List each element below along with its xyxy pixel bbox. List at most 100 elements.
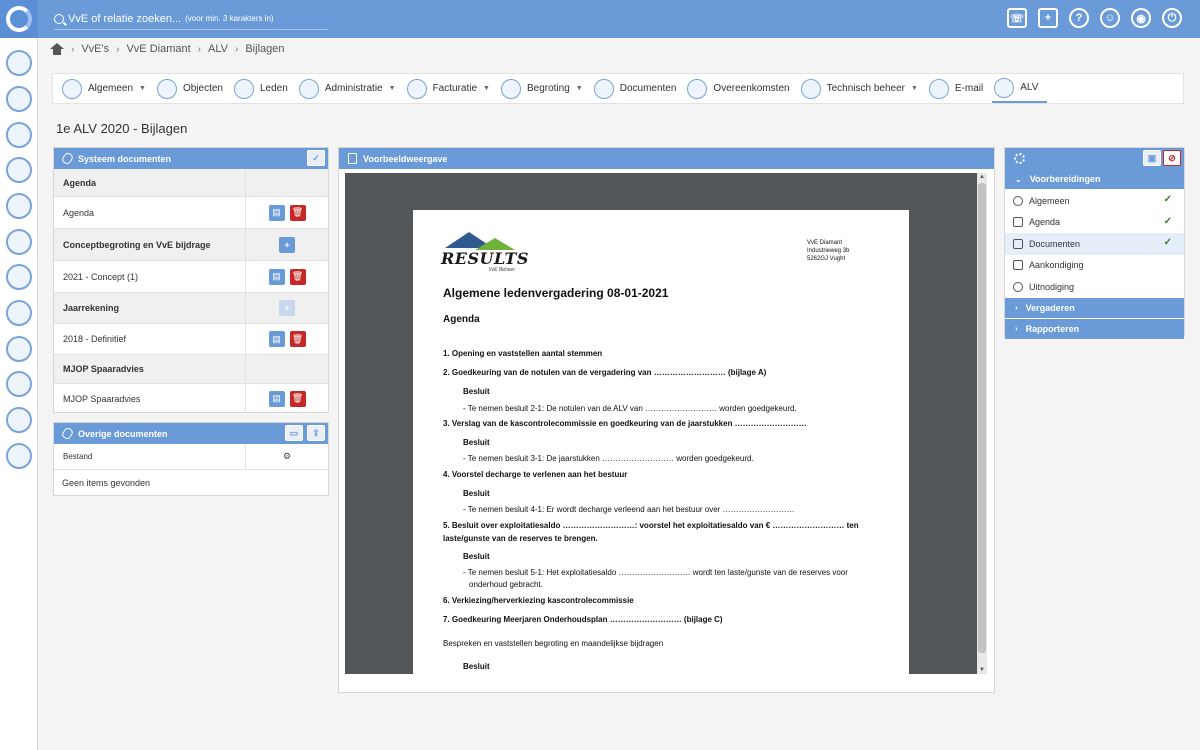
phone-icon[interactable]: ☏: [1007, 8, 1027, 28]
tab-administratie[interactable]: Administratie ▼: [297, 74, 405, 103]
settings-icon[interactable]: ⚙: [283, 451, 291, 462]
view-pdf-button[interactable]: ▤: [268, 204, 285, 221]
document-row: 2021 - Concept (1) ▤ 🗑: [54, 261, 328, 293]
preview-header: Voorbeeldweergave: [339, 148, 994, 169]
section-rapporteren[interactable]: › Rapporteren: [1005, 318, 1184, 340]
step-aankondiging[interactable]: Aankondiging: [1005, 255, 1184, 277]
doc-line: - Te nemen besluit 3-1: De jaarstukken ……: [463, 454, 754, 463]
tab-technisch-beheer[interactable]: Technisch beheer ▼: [799, 74, 927, 103]
budget-icon: [500, 78, 521, 99]
tab-leden[interactable]: Leden: [232, 74, 297, 103]
delete-button[interactable]: 🗑: [289, 268, 306, 285]
tab-label: Algemeen: [88, 83, 134, 94]
upload-button[interactable]: ⇪: [307, 425, 325, 441]
info-icon: [62, 78, 82, 99]
app-logo[interactable]: [0, 0, 38, 38]
dashboard-icon[interactable]: [6, 50, 32, 76]
group-row: Jaarrekening +: [54, 293, 328, 324]
group-icon[interactable]: [6, 229, 32, 255]
doc-line: - Te nemen besluit 5-1: Het exploitaties…: [463, 568, 848, 577]
mail-icon[interactable]: [6, 300, 32, 326]
top-bar: VvE of relatie zoeken... (voor min. 3 ka…: [38, 0, 1200, 38]
delete-button[interactable]: 🗑: [289, 331, 306, 347]
breadcrumb: › VvE's › VvE Diamant › ALV › Bijlagen: [50, 42, 284, 56]
scroll-down-icon[interactable]: ▼: [979, 667, 985, 673]
other-documents-header: Overige documenten ▭ ⇪: [54, 423, 328, 444]
breadcrumb-item-vve[interactable]: VvE Diamant: [126, 43, 190, 55]
viewer-scrollbar[interactable]: ▲ ▼: [977, 173, 987, 674]
group-label: MJOP Spaaradvies: [54, 355, 246, 383]
address-line: VvE Diamant: [807, 240, 843, 246]
confirm-button[interactable]: ✓: [307, 150, 325, 166]
view-pdf-button[interactable]: ▤: [268, 268, 285, 285]
breadcrumb-item-alv[interactable]: ALV: [208, 43, 228, 55]
pdf-viewer[interactable]: RESULTS VvE Beheer VvE Diamant Industrie…: [345, 173, 987, 674]
tab-overeenkomsten[interactable]: Overeenkomsten: [685, 74, 798, 103]
step-algemeen[interactable]: Algemeen ✓: [1005, 190, 1184, 212]
doc-line: Bespreken en vaststellen begroting en ma…: [443, 639, 664, 648]
workflow-header: ▣ ⊘: [1005, 148, 1184, 169]
logout-icon[interactable]: ⏻: [1162, 8, 1182, 28]
breadcrumb-item-vves[interactable]: VvE's: [81, 43, 109, 55]
open-folder-button[interactable]: ▭: [285, 425, 303, 441]
network-icon[interactable]: [6, 264, 32, 290]
breadcrumb-item-current: Bijlagen: [245, 43, 285, 55]
step-documenten[interactable]: Documenten ✓: [1005, 233, 1184, 255]
section-voorbereidingen[interactable]: ⌄ Voorbereidingen: [1005, 169, 1184, 190]
calculator-icon[interactable]: [6, 157, 32, 183]
document-label: 2021 - Concept (1): [54, 261, 246, 292]
clipboard-icon[interactable]: [6, 407, 32, 433]
search-icon: [54, 13, 64, 24]
person-icon[interactable]: [6, 86, 32, 112]
chevron-down-icon: ▼: [483, 85, 490, 92]
step-agenda[interactable]: Agenda ✓: [1005, 212, 1184, 234]
doc-line: - Te nemen besluit 2-1: De notulen van d…: [463, 404, 797, 413]
notes-icon[interactable]: +: [1038, 8, 1058, 28]
step-uitnodiging[interactable]: Uitnodiging: [1005, 276, 1184, 298]
tab-email[interactable]: E-mail: [927, 74, 992, 103]
tab-algemeen[interactable]: Algemeen ▼: [60, 74, 155, 103]
tab-objecten[interactable]: Objecten: [155, 74, 232, 103]
search-input[interactable]: VvE of relatie zoeken... (voor min. 3 ka…: [54, 8, 328, 30]
add-button-disabled: +: [279, 300, 295, 316]
pdf-icon: [348, 153, 357, 164]
scrollbar-thumb[interactable]: [978, 183, 986, 653]
home-icon[interactable]: [50, 43, 64, 55]
support-icon[interactable]: ☺: [1100, 8, 1120, 28]
tab-alv[interactable]: ALV: [992, 74, 1048, 103]
delete-button[interactable]: 🗑: [289, 204, 306, 221]
doc-line: laste/gunste van de reserves te brengen.: [443, 534, 598, 543]
delete-button[interactable]: 🗑: [289, 390, 306, 407]
list-icon[interactable]: [6, 122, 32, 148]
tools-icon[interactable]: [6, 193, 32, 219]
info-icon: [1013, 195, 1023, 206]
scroll-up-icon[interactable]: ▲: [979, 174, 985, 180]
logo-sub: VvE Beheer: [488, 267, 515, 273]
breadcrumb-separator: ›: [116, 43, 120, 55]
doc-line: 5. Besluit over exploitatiesaldo ……………………: [443, 521, 859, 530]
document-row: 2018 - Definitief ▤ 🗑: [54, 324, 328, 355]
help-icon[interactable]: ?: [1069, 8, 1089, 28]
cancel-button[interactable]: ⊘: [1163, 150, 1181, 166]
tab-begroting[interactable]: Begroting ▼: [499, 74, 592, 103]
settings-cycle-icon[interactable]: [6, 371, 32, 397]
settings-icon[interactable]: ◉: [1131, 8, 1151, 28]
tab-documenten[interactable]: Documenten: [592, 74, 686, 103]
tab-label: E-mail: [954, 83, 984, 94]
gear-icon[interactable]: [1014, 153, 1025, 164]
logo-word: RESULTS: [441, 249, 529, 268]
megaphone-icon: [1013, 260, 1023, 271]
tab-label: Begroting: [526, 83, 570, 94]
add-button[interactable]: +: [279, 236, 295, 253]
tab-facturatie[interactable]: Facturatie ▼: [405, 74, 499, 103]
stamp-button[interactable]: ▣: [1143, 150, 1161, 166]
section-vergaderen[interactable]: › Vergaderen: [1005, 297, 1184, 319]
address-line: 5262GJ Vught: [807, 256, 846, 262]
check-icon: ✓: [1163, 215, 1172, 227]
view-pdf-button[interactable]: ▤: [268, 331, 285, 347]
record-icon[interactable]: [6, 443, 32, 469]
group-row: Conceptbegroting en VvE bijdrage +: [54, 229, 328, 261]
document-label: Agenda: [54, 197, 246, 228]
view-pdf-button[interactable]: ▤: [268, 390, 285, 407]
calendar-icon[interactable]: [6, 336, 32, 362]
